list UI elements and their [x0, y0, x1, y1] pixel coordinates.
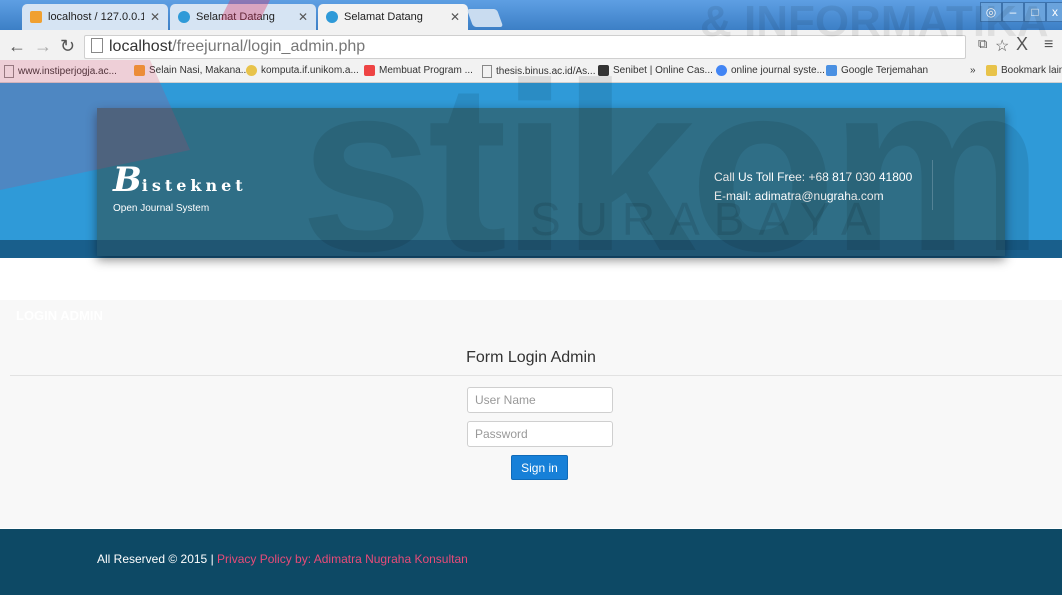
site-logo[interactable]: Bisteknet — [113, 160, 247, 200]
copyright-text: All Reserved © 2015 | — [97, 552, 218, 566]
back-arrow-icon[interactable]: ← — [8, 36, 26, 57]
bookmark-label: Membuat Program ... — [379, 65, 473, 76]
other-bookmarks-folder[interactable]: Bookmark lain — [986, 65, 1062, 76]
tab-label: Selamat Datang — [344, 11, 423, 23]
bookmark-item[interactable]: online journal syste... — [716, 65, 825, 76]
login-section: LOGIN ADMIN Form Login Admin Sign in — [0, 300, 1062, 528]
bookmark-item[interactable]: thesis.binus.ac.id/As... — [482, 65, 596, 78]
forward-arrow-icon[interactable]: → — [34, 36, 52, 57]
bookmark-label: Senibet | Online Cas... — [613, 65, 713, 76]
tab-label: Selamat Datang — [196, 11, 275, 23]
page-icon — [4, 65, 14, 78]
bookmark-icon — [598, 65, 609, 76]
form-divider — [10, 375, 1062, 376]
site-icon — [178, 11, 190, 23]
contact-phone: Call Us Toll Free: +68 817 030 41800 — [714, 170, 913, 184]
form-title: Form Login Admin — [466, 349, 596, 366]
bookmarks-bar: www.instiperjogja.ac... Selain Nasi, Mak… — [0, 62, 1062, 83]
extension-x-icon[interactable]: X — [1016, 34, 1028, 55]
bookmark-item[interactable]: Google Terjemahan — [826, 65, 928, 76]
bookmark-label: Google Terjemahan — [841, 65, 929, 76]
bookmark-item[interactable]: komputa.if.unikom.a... — [246, 65, 359, 76]
new-tab-button[interactable] — [466, 9, 504, 27]
reload-icon[interactable]: ↻ — [60, 36, 75, 57]
minimize-button[interactable]: – — [1002, 2, 1024, 22]
site-footer: All Reserved © 2015 | Privacy Policy by:… — [0, 529, 1062, 595]
address-bar[interactable]: localhost/freejurnal/login_admin.php — [84, 35, 966, 59]
header-bottom-band — [97, 240, 1005, 256]
bookmark-label: online journal syste... — [731, 65, 825, 76]
page-icon — [482, 65, 492, 78]
password-input[interactable] — [467, 421, 613, 447]
bookmark-item[interactable]: Senibet | Online Cas... — [598, 65, 713, 76]
bookmark-icon — [246, 65, 257, 76]
username-input[interactable] — [467, 387, 613, 413]
bookmark-label: thesis.binus.ac.id/As... — [496, 66, 596, 77]
footer-copyright: All Reserved © 2015 | Privacy Policy by:… — [97, 552, 468, 566]
url-host: localhost — [109, 38, 173, 55]
bookmark-label: » — [970, 65, 976, 76]
section-label: LOGIN ADMIN — [16, 308, 103, 323]
google-translate-icon — [826, 65, 837, 76]
user-icon[interactable]: ◎ — [980, 2, 1002, 22]
close-icon[interactable]: ✕ — [150, 10, 160, 24]
close-window-button[interactable]: x — [1046, 2, 1062, 22]
bookmark-item[interactable]: Membuat Program ... — [364, 65, 473, 76]
bookmark-label: www.instiperjogja.ac... — [18, 66, 117, 77]
phpmyadmin-icon — [30, 11, 42, 23]
tab-phpmyadmin[interactable]: localhost / 127.0.0.1 / koju ✕ — [22, 4, 168, 30]
bookmark-item[interactable]: Selain Nasi, Makana... — [134, 65, 249, 76]
tab-selamat-datang-1[interactable]: Selamat Datang ✕ — [170, 4, 316, 30]
tab-selamat-datang-active[interactable]: Selamat Datang ✕ — [318, 4, 468, 30]
bookmark-icon — [134, 65, 145, 76]
bookmarks-overflow-button[interactable]: » — [970, 65, 976, 76]
contact-divider — [932, 160, 933, 210]
site-tagline: Open Journal System — [113, 203, 210, 214]
bookmark-label: Selain Nasi, Makana... — [149, 65, 250, 76]
bookmark-star-icon[interactable]: ☆ — [995, 36, 1009, 56]
folder-icon — [986, 65, 997, 76]
menu-icon[interactable]: ≡ — [1044, 36, 1053, 54]
close-icon[interactable]: ✕ — [298, 10, 308, 24]
browser-tab-bar: localhost / 127.0.0.1 / koju ✕ Selamat D… — [0, 0, 1062, 30]
translate-icon[interactable]: ⧉ — [978, 36, 987, 52]
google-icon — [716, 65, 727, 76]
privacy-policy-link[interactable]: Privacy Policy by: Adimatra Nugraha Kons… — [217, 552, 468, 566]
sign-in-button[interactable]: Sign in — [511, 455, 568, 480]
site-icon — [326, 11, 338, 23]
windows-icon — [364, 65, 375, 76]
site-header: Bisteknet Open Journal System Call Us To… — [97, 108, 1005, 256]
browser-toolbar: ← → ↻ localhost/freejurnal/login_admin.p… — [0, 30, 1062, 62]
contact-email: E-mail: adimatra@nugraha.com — [714, 189, 884, 203]
bookmark-label: Bookmark lain — [1001, 65, 1062, 76]
page-icon — [91, 38, 103, 53]
bookmark-item[interactable]: www.instiperjogja.ac... — [4, 65, 117, 78]
logo-initial: B — [113, 160, 142, 200]
close-icon[interactable]: ✕ — [450, 10, 460, 24]
maximize-button[interactable]: □ — [1024, 2, 1046, 22]
logo-text: isteknet — [141, 176, 247, 195]
contact-info: Call Us Toll Free: +68 817 030 41800 E-m… — [714, 168, 912, 206]
tab-label: localhost / 127.0.0.1 / koju — [48, 11, 144, 23]
bookmark-label: komputa.if.unikom.a... — [261, 65, 359, 76]
url-path: /freejurnal/login_admin.php — [172, 38, 366, 55]
